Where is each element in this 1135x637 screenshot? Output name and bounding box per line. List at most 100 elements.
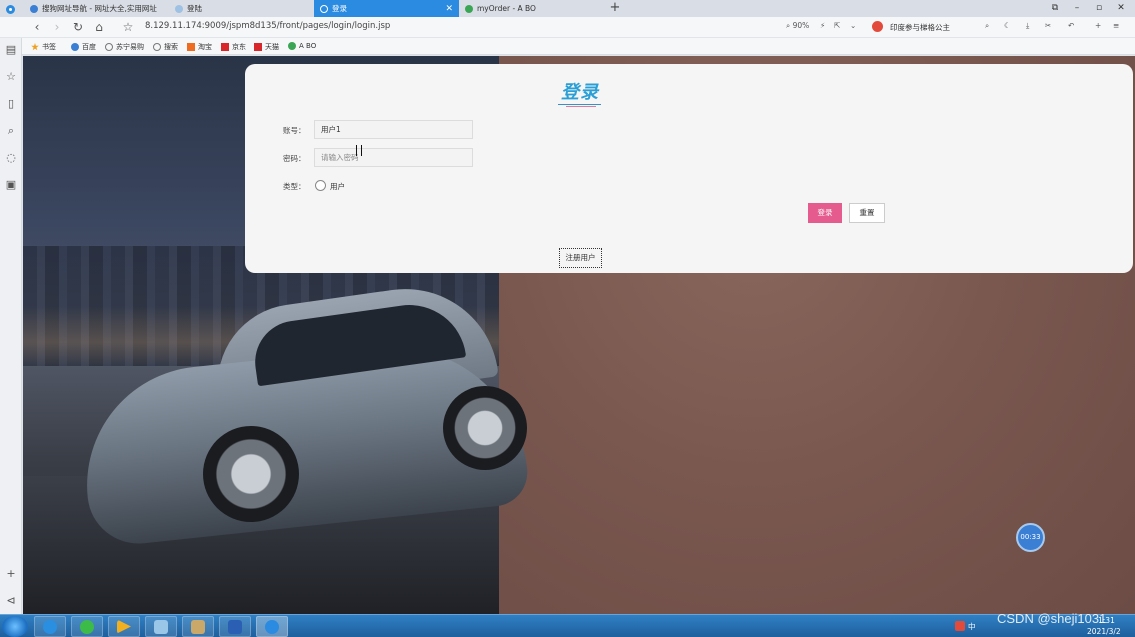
undo-icon[interactable]: ↶ — [1068, 21, 1074, 30]
night-mode-icon[interactable]: ☾ — [1004, 21, 1011, 30]
download-icon[interactable]: ⤓ — [1026, 21, 1029, 31]
star-icon — [31, 43, 39, 51]
tab-login-active[interactable]: 登录 ✕ — [314, 0, 459, 17]
tab-label: 登陆 — [187, 4, 202, 13]
browser-icon — [265, 619, 279, 634]
browser-360-icon — [80, 619, 94, 634]
bookmark-item[interactable]: 京东 — [221, 42, 246, 52]
reload-icon[interactable]: ↻ — [70, 19, 86, 35]
tool-icon — [191, 619, 205, 634]
bookmark-item[interactable]: 淘宝 — [187, 42, 212, 52]
browser-sidebar: ▤ ☆ ▯ ⌕ ◌ ▣ + ⊲ — [0, 38, 22, 614]
tab-denglu-old[interactable]: 登陆 — [169, 0, 314, 17]
password-input[interactable] — [314, 148, 473, 167]
tmall-icon — [254, 43, 262, 51]
login-panel: 登录 账号： 密码： 类型： 用户 登录 重置 注册用户 — [245, 64, 1133, 273]
zoom-level[interactable]: ⌕ 90% — [786, 21, 809, 31]
taskbar-browser[interactable] — [256, 616, 288, 637]
screenshot-icon[interactable]: ▣ — [5, 179, 17, 191]
tab-label: myOrder - A BO — [477, 4, 536, 13]
restore-tabs-icon[interactable]: ⧉ — [1045, 0, 1065, 17]
bookmark-label: 京东 — [232, 43, 246, 51]
zoom-value: 90% — [792, 21, 810, 30]
menu-icon[interactable]: ≡ — [1113, 21, 1119, 30]
user-type-radio[interactable] — [315, 180, 326, 191]
back-arrow-icon[interactable]: ‹ — [29, 19, 45, 35]
title-underline-accent — [566, 106, 596, 107]
recording-timer[interactable]: 00:33 — [1016, 523, 1045, 552]
taskbar-app[interactable] — [145, 616, 177, 637]
ime-icon[interactable] — [955, 621, 965, 631]
page-favicon-icon — [175, 4, 183, 13]
lightning-icon[interactable]: ⚡ — [820, 21, 825, 30]
user-type-option-label[interactable]: 用户 — [330, 181, 345, 192]
taskbar: 中 1:31 2021/3/2 — [0, 614, 1135, 637]
web-page: 登录 账号： 密码： 类型： 用户 登录 重置 注册用户 00:33 — [23, 56, 1135, 614]
jd-icon — [221, 43, 229, 51]
play-icon — [117, 619, 131, 634]
address-bar-url[interactable]: 8.129.11.174:9009/jspm8d135/front/pages/… — [145, 21, 390, 31]
clock-date[interactable]: 2021/3/2 — [1087, 627, 1121, 636]
minimize-button[interactable]: – — [1067, 0, 1087, 17]
bookmark-item[interactable]: 搜索 — [153, 42, 178, 52]
star-bookmark-icon[interactable]: ☆ — [120, 19, 136, 35]
tab-label: 搜狗网址导航 - 网址大全,实用网址 — [42, 4, 157, 13]
plus-icon[interactable]: + — [1095, 21, 1101, 30]
register-link[interactable]: 注册用户 — [559, 248, 602, 268]
card-icon[interactable]: ▤ — [5, 44, 17, 56]
bookmark-label: 百度 — [82, 43, 96, 51]
login-button[interactable]: 登录 — [808, 203, 842, 223]
taskbar-app[interactable] — [182, 616, 214, 637]
taobao-icon — [187, 43, 195, 51]
dropdown-chevron-icon[interactable]: ⌄ — [850, 21, 856, 30]
account-input[interactable] — [314, 120, 473, 139]
start-button[interactable] — [2, 616, 28, 637]
zoom-icon: ⌕ — [786, 21, 793, 30]
forward-arrow-icon[interactable]: › — [49, 19, 65, 35]
search-engine-icon[interactable] — [872, 21, 883, 32]
bookmark-label: 天猫 — [265, 43, 279, 51]
taskbar-360[interactable] — [71, 616, 103, 637]
globe-icon — [153, 43, 161, 51]
type-label: 类型： — [283, 182, 306, 191]
close-tab-icon[interactable]: ✕ — [445, 4, 453, 14]
ime-mode[interactable]: 中 — [968, 621, 976, 632]
share-icon[interactable]: ⇱ — [834, 21, 840, 30]
globe-icon — [105, 43, 113, 51]
taskbar-media-player[interactable] — [108, 616, 140, 637]
bookmark-item[interactable]: 天猫 — [254, 42, 279, 52]
chat-bubble-icon[interactable]: ◌ — [5, 152, 17, 164]
bookmark-label: 苏宁易购 — [116, 43, 144, 51]
taskbar-ie[interactable] — [34, 616, 66, 637]
bookmark-item[interactable]: A BO — [288, 42, 316, 50]
search-icon[interactable]: ⌕ — [985, 21, 989, 31]
browser-logo-icon[interactable] — [4, 3, 17, 16]
bookmark-label: A BO — [299, 42, 317, 50]
book-icon[interactable]: ▯ — [5, 98, 17, 110]
add-icon[interactable]: + — [5, 568, 17, 580]
bookmark-label: 书签 — [42, 43, 56, 51]
sogou-favicon-icon — [30, 4, 38, 13]
collapse-sidebar-icon[interactable]: ⊲ — [5, 595, 17, 607]
scissors-icon[interactable]: ✂ — [1045, 21, 1051, 30]
title-underline — [558, 104, 601, 105]
navigation-bar: ‹ › ↻ ⌂ ☆ 8.129.11.174:9009/jspm8d135/fr… — [0, 17, 1135, 38]
bookmark-item[interactable]: 书签 — [31, 42, 56, 52]
login-title: 登录 — [561, 82, 599, 103]
bookmark-item[interactable]: 百度 — [71, 42, 96, 52]
home-icon[interactable]: ⌂ — [91, 19, 107, 35]
new-tab-button[interactable]: + — [608, 0, 622, 17]
tab-sogou-nav[interactable]: 搜狗网址导航 - 网址大全,实用网址 — [24, 0, 169, 17]
account-label: 账号： — [283, 126, 306, 135]
bookmark-label: 淘宝 — [198, 43, 212, 51]
bookmark-item[interactable]: 苏宁易购 — [105, 42, 144, 52]
reset-button[interactable]: 重置 — [849, 203, 885, 223]
tab-myorder[interactable]: myOrder - A BO — [459, 0, 604, 17]
search-suggestion[interactable]: 印度参与梯格公主 — [890, 22, 950, 33]
favorites-star-icon[interactable]: ☆ — [5, 71, 17, 83]
taskbar-word[interactable] — [219, 616, 251, 637]
close-window-button[interactable]: ✕ — [1111, 0, 1131, 17]
search-icon[interactable]: ⌕ — [5, 125, 17, 137]
file-icon — [154, 619, 168, 634]
maximize-button[interactable]: ▫ — [1089, 0, 1109, 17]
